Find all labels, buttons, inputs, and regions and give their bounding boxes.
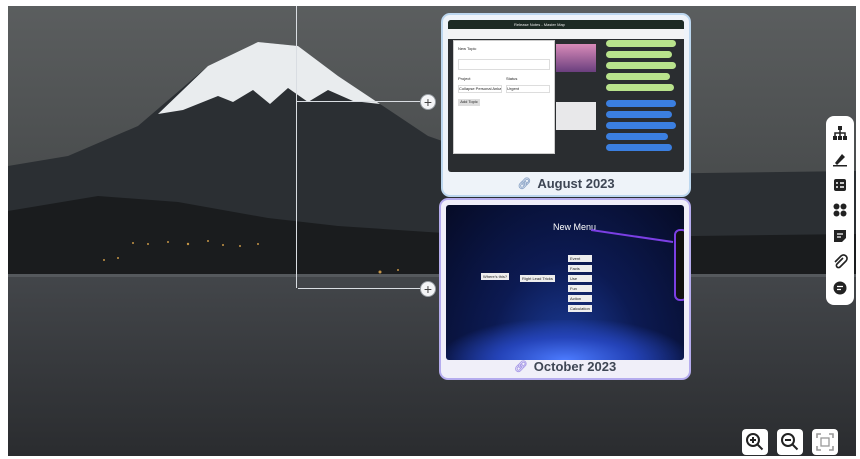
thumb-glow bbox=[446, 320, 684, 360]
attachment-icon[interactable] bbox=[831, 253, 849, 271]
zoom-out-icon[interactable] bbox=[777, 429, 803, 455]
thumb-leaf: Facts bbox=[568, 265, 592, 272]
card-thumbnail: Release Notes - Master Map New Topic Pro… bbox=[448, 20, 684, 172]
thumb-leaf: Action bbox=[568, 295, 592, 302]
zoom-in-icon[interactable] bbox=[742, 429, 768, 455]
card-title-text: October 2023 bbox=[533, 359, 617, 374]
right-toolbar bbox=[826, 116, 854, 305]
thumb-callout: New Menu bbox=[553, 222, 597, 232]
connector-oct bbox=[298, 288, 421, 289]
map-canvas[interactable]: + + Release Notes - Master Map New Topic… bbox=[8, 6, 856, 456]
add-node-button[interactable]: + bbox=[420, 281, 436, 297]
org-chart-icon[interactable] bbox=[831, 124, 849, 142]
thumb-app-bar: Release Notes - Master Map bbox=[448, 20, 684, 29]
link-icon: 🔗︎ bbox=[517, 178, 532, 190]
card-title: 🔗︎ August 2023 bbox=[443, 176, 689, 191]
thumb-action: Add Topic bbox=[458, 99, 480, 106]
topic-card-october[interactable]: New Menu Where's this? Right Lead Tricks… bbox=[439, 198, 691, 380]
connector-aug bbox=[296, 101, 421, 102]
highlighter-icon[interactable] bbox=[831, 150, 849, 168]
topic-card-august[interactable]: Release Notes - Master Map New Topic Pro… bbox=[441, 13, 691, 197]
note-icon[interactable] bbox=[831, 227, 849, 245]
thumb-menu bbox=[674, 229, 684, 301]
thumb-child-node: Right Lead Tricks bbox=[520, 275, 555, 282]
thumb-leaves: Event Facts Use Fun Action Calculation bbox=[568, 255, 592, 312]
add-node-button[interactable]: + bbox=[420, 94, 436, 110]
thumb-image bbox=[556, 102, 596, 130]
card-thumbnail: New Menu Where's this? Right Lead Tricks… bbox=[446, 205, 684, 360]
comment-icon[interactable] bbox=[831, 279, 849, 297]
group-icon[interactable] bbox=[831, 201, 849, 219]
fit-screen-icon[interactable] bbox=[812, 429, 838, 455]
thumb-field-label: Project bbox=[458, 76, 471, 81]
thumb-app-title: Release Notes - Master Map bbox=[514, 22, 565, 27]
background-image bbox=[8, 6, 856, 456]
thumb-leaf: Calculation bbox=[568, 305, 592, 312]
card-title: 🔗︎ October 2023 bbox=[441, 359, 689, 374]
thumb-input bbox=[458, 59, 550, 70]
link-icon: 🔗︎ bbox=[513, 361, 528, 373]
thumb-dialog: New Topic Project Status Collapse Person… bbox=[453, 40, 555, 154]
thumb-callout-arrow bbox=[591, 229, 674, 243]
thumb-field-label: Status bbox=[506, 76, 518, 81]
thumb-root-node: Where's this? bbox=[481, 273, 510, 280]
task-icon[interactable] bbox=[831, 176, 849, 194]
thumb-leaf: Use bbox=[568, 275, 592, 282]
connector-vertical bbox=[296, 6, 297, 288]
thumb-field-value: Urgent bbox=[506, 85, 550, 93]
thumb-leaf: Fun bbox=[568, 285, 592, 292]
card-title-text: August 2023 bbox=[537, 176, 615, 191]
thumb-dialog-title: New Topic bbox=[458, 46, 477, 51]
thumb-leaf: Event bbox=[568, 255, 592, 262]
thumb-image bbox=[556, 44, 596, 72]
thumb-toolbar bbox=[448, 29, 684, 39]
thumb-field-value: Collapse Personal Ankara bbox=[458, 85, 502, 93]
